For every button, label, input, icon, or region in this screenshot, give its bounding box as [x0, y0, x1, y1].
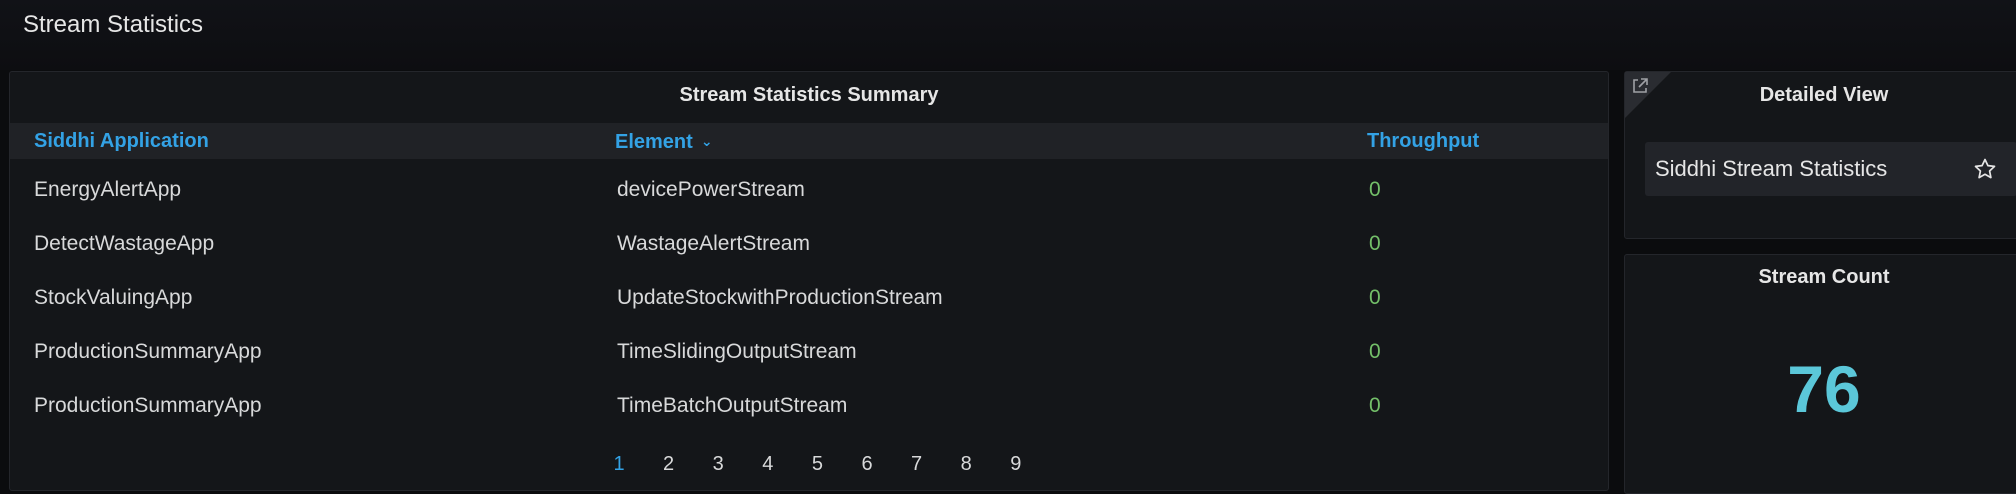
page-button-6[interactable]: 6: [852, 444, 882, 484]
table-row: EnergyAlertApp devicePowerStream 0: [10, 163, 1608, 217]
detailed-view-title[interactable]: Detailed View: [1625, 84, 2016, 107]
stream-count-panel: Stream Count 76: [1624, 254, 2016, 494]
column-header-throughput[interactable]: Throughput: [1367, 123, 1479, 159]
stream-count-value: 76: [1787, 352, 1861, 426]
dashboard-link-label: Siddhi Stream Statistics: [1655, 156, 1888, 181]
cell-siddhi-application: ProductionSummaryApp: [34, 340, 262, 363]
cell-throughput: 0: [1369, 178, 1381, 201]
stream-count-title[interactable]: Stream Count: [1625, 266, 2016, 289]
cell-element: WastageAlertStream: [617, 232, 810, 255]
page-button-8[interactable]: 8: [951, 444, 981, 484]
column-header-element[interactable]: Element ⌄: [615, 123, 713, 160]
table-header: Siddhi Application Element ⌄ Throughput: [10, 123, 1608, 159]
cell-siddhi-application: StockValuingApp: [34, 286, 193, 309]
summary-panel-title[interactable]: Stream Statistics Summary: [10, 84, 1608, 107]
cell-siddhi-application: ProductionSummaryApp: [34, 394, 262, 417]
star-icon[interactable]: [1973, 157, 1997, 181]
cell-throughput: 0: [1369, 232, 1381, 255]
summary-panel: Stream Statistics Summary Siddhi Applica…: [9, 71, 1609, 491]
detailed-view-panel: Detailed View Siddhi Stream Statistics: [1624, 71, 2016, 239]
cell-element: UpdateStockwithProductionStream: [617, 286, 943, 309]
cell-throughput: 0: [1369, 286, 1381, 309]
dashboard-link-siddhi-stream-statistics[interactable]: Siddhi Stream Statistics: [1645, 142, 2016, 196]
cell-throughput: 0: [1369, 394, 1381, 417]
page-button-7[interactable]: 7: [902, 444, 932, 484]
cell-siddhi-application: DetectWastageApp: [34, 232, 215, 255]
page-header: Stream Statistics: [0, 0, 2016, 70]
page-button-2[interactable]: 2: [654, 444, 684, 484]
page-title: Stream Statistics: [23, 11, 204, 38]
column-header-siddhi-application[interactable]: Siddhi Application: [34, 123, 209, 159]
page-button-1[interactable]: 1: [604, 444, 634, 484]
chevron-down-icon: ⌄: [700, 133, 713, 149]
page-button-5[interactable]: 5: [802, 444, 832, 484]
cell-element: TimeSlidingOutputStream: [617, 340, 857, 363]
cell-element: devicePowerStream: [617, 178, 805, 201]
cell-siddhi-application: EnergyAlertApp: [34, 178, 182, 201]
page-button-4[interactable]: 4: [753, 444, 783, 484]
cell-element: TimeBatchOutputStream: [617, 394, 848, 417]
table-row: ProductionSummaryApp TimeSlidingOutputStr…: [10, 325, 1608, 379]
cell-throughput: 0: [1369, 340, 1381, 363]
table-row: StockValuingApp UpdateStockwithProduction…: [10, 271, 1608, 325]
table-row: DetectWastageApp WastageAlertStream 0: [10, 217, 1608, 271]
page-button-9[interactable]: 9: [1001, 444, 1031, 484]
page-button-3[interactable]: 3: [703, 444, 733, 484]
table-row: ProductionSummaryApp TimeBatchOutputStrea…: [10, 379, 1608, 433]
